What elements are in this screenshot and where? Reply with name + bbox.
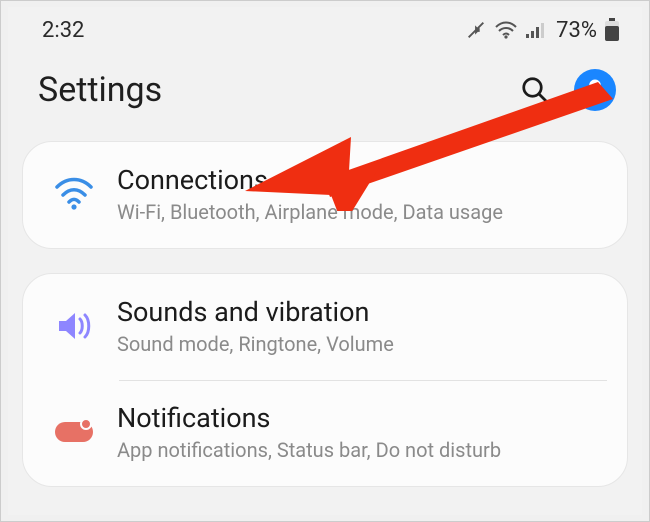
battery-icon [604,18,620,42]
settings-header: Settings [8,47,642,141]
settings-item-connections[interactable]: Connections Wi-Fi, Bluetooth, Airplane m… [23,142,627,248]
settings-item-subtitle: Sound mode, Ringtone, Volume [117,332,394,356]
settings-item-sounds[interactable]: Sounds and vibration Sound mode, Rington… [23,274,627,380]
settings-item-title: Sounds and vibration [117,296,394,328]
settings-item-subtitle: Wi-Fi, Bluetooth, Airplane mode, Data us… [117,200,503,224]
status-indicators: 73% [465,18,620,43]
settings-item-title: Notifications [117,402,501,434]
settings-group-sounds-notifications: Sounds and vibration Sound mode, Rington… [22,273,628,487]
speaker-icon [43,309,105,343]
search-button[interactable] [518,73,552,107]
notifications-toggle-icon [43,418,105,446]
signal-icon [525,21,547,39]
settings-item-title: Connections [117,164,503,196]
battery-percent: 73% [556,18,597,43]
mute-icon [465,19,487,41]
wifi-icon [494,20,518,40]
settings-group-connections: Connections Wi-Fi, Bluetooth, Airplane m… [22,141,628,249]
status-time: 2:32 [42,18,84,43]
person-icon [581,76,609,104]
wifi-icon [43,177,105,211]
page-title: Settings [38,70,518,110]
profile-avatar[interactable] [574,69,616,111]
settings-item-subtitle: App notifications, Status bar, Do not di… [117,438,501,462]
search-icon [520,75,550,105]
settings-item-notifications[interactable]: Notifications App notifications, Status … [23,380,627,486]
status-bar: 2:32 73% [8,7,642,47]
